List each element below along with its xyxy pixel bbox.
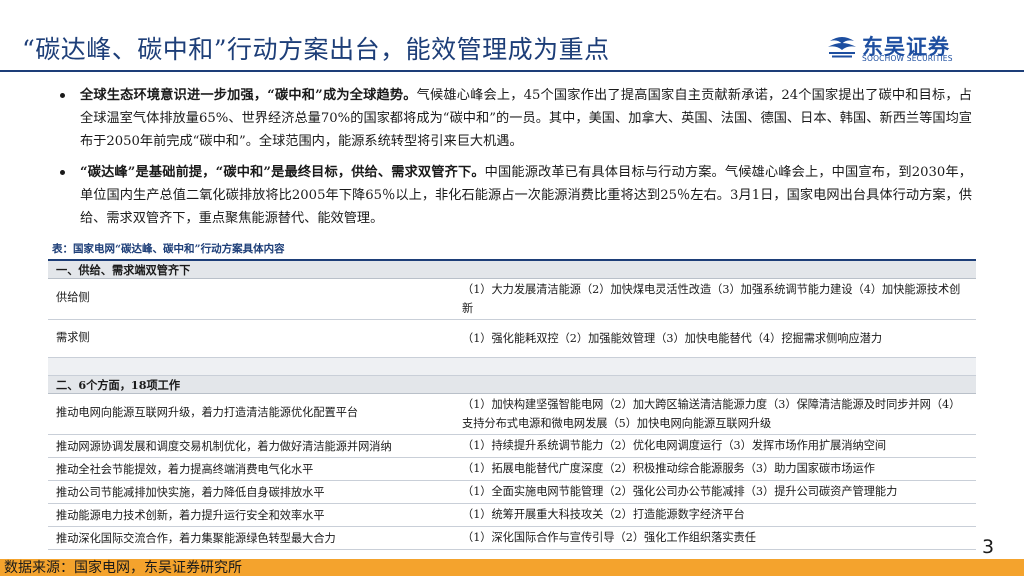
row-content: （1）强化能耗双控（2）加强能效管理（3）加快电能替代（4）挖掘需求侧响应潜力	[462, 332, 883, 345]
table-row: 推动全社会节能提效，着力提高终端消费电气化水平 （1）拓展电能替代广度深度（2）…	[48, 458, 976, 481]
row-label: 推动全社会节能提效，着力提高终端消费电气化水平	[56, 463, 314, 476]
table-section-header: 二、6个方面，18项工作	[48, 376, 976, 394]
soochow-logo-icon	[828, 37, 856, 58]
bullet-item: “碳达峰”是基础前提，“碳中和”是最终目标，供给、需求双管齐下。中国能源改革已有…	[60, 161, 972, 230]
table-caption: 表：国家电网“碳达峰、碳中和”行动方案具体内容	[52, 243, 285, 255]
row-label: 推动能源电力技术创新，着力提升运行安全和效率水平	[56, 509, 325, 522]
bullet-lead: 全球生态环境意识进一步加强，“碳中和”成为全球趋势。	[80, 88, 417, 103]
table-row: 推动能源电力技术创新，着力提升运行安全和效率水平 （1）统筹开展重大科技攻关（2…	[48, 504, 976, 527]
bullet-item: 全球生态环境意识进一步加强，“碳中和”成为全球趋势。气候雄心峰会上，45个国家作…	[60, 84, 972, 153]
row-label: 推动网源协调发展和调度交易机制优化，着力做好清洁能源并网消纳	[56, 440, 392, 453]
row-content: （1）深化国际合作与宣传引导（2）强化工作组织落实责任	[462, 531, 756, 544]
table-spacer-row	[48, 358, 976, 376]
row-content: （1）拓展电能替代广度深度（2）积极推动综合能源服务（3）助力国家碳市场运作	[462, 462, 875, 475]
data-source: 数据来源：国家电网，东吴证券研究所	[4, 560, 242, 576]
row-content: （1）统筹开展重大科技攻关（2）打造能源数字经济平台	[462, 508, 745, 521]
table-row: 供给侧 （1）大力发展清洁能源（2）加快煤电灵活性改造（3）加强系统调节能力建设…	[48, 279, 976, 320]
table-row: 推动公司节能减排加快实施，着力降低自身碳排放水平 （1）全面实施电网节能管理（2…	[48, 481, 976, 504]
section-heading: 二、6个方面，18项工作	[56, 378, 181, 392]
bullet-list: 全球生态环境意识进一步加强，“碳中和”成为全球趋势。气候雄心峰会上，45个国家作…	[60, 84, 972, 238]
section-heading: 一、供给、需求端双管齐下	[56, 263, 191, 277]
row-content: （1）大力发展清洁能源（2）加快煤电灵活性改造（3）加强系统调节能力建设（4）加…	[462, 283, 961, 315]
action-plan-table: 一、供给、需求端双管齐下 供给侧 （1）大力发展清洁能源（2）加快煤电灵活性改造…	[48, 261, 976, 550]
table-row: 推动网源协调发展和调度交易机制优化，着力做好清洁能源并网消纳 （1）持续提升系统…	[48, 435, 976, 458]
bullet-dot-icon	[60, 93, 65, 98]
row-content: （1）全面实施电网节能管理（2）强化公司办公节能减排（3）提升公司碳资产管理能力	[462, 485, 898, 498]
page-title: “碳达峰、碳中和”行动方案出台，能效管理成为重点	[22, 35, 610, 64]
table-row: 需求侧 （1）强化能耗双控（2）加强能效管理（3）加快电能替代（4）挖掘需求侧响…	[48, 320, 976, 358]
row-label: 推动电网向能源互联网升级，着力打造清洁能源优化配置平台	[56, 406, 359, 419]
company-logo: 东吴证券 SOOCHOW SECURITIES	[826, 33, 976, 63]
table-row: 推动电网向能源互联网升级，着力打造清洁能源优化配置平台 （1）加快构建坚强智能电…	[48, 394, 976, 435]
bullet-dot-icon	[60, 170, 65, 175]
row-label: 供给侧	[56, 291, 90, 304]
row-label: 推动公司节能减排加快实施，着力降低自身碳排放水平	[56, 486, 325, 499]
logo-english-name: SOOCHOW SECURITIES	[862, 54, 953, 63]
row-label: 需求侧	[56, 331, 90, 344]
row-content: （1）加快构建坚强智能电网（2）加大跨区输送清洁能源力度（3）保障清洁能源及时同…	[462, 398, 961, 430]
table-section-header: 一、供给、需求端双管齐下	[48, 261, 976, 279]
row-label: 推动深化国际交流合作，着力集聚能源绿色转型最大合力	[56, 532, 336, 545]
row-content: （1）持续提升系统调节能力（2）优化电网调度运行（3）发挥市场作用扩展消纳空间	[462, 439, 887, 452]
table-row: 推动深化国际交流合作，着力集聚能源绿色转型最大合力 （1）深化国际合作与宣传引导…	[48, 527, 976, 550]
bullet-lead: “碳达峰”是基础前提，“碳中和”是最终目标，供给、需求双管齐下。	[80, 165, 485, 180]
header-divider	[0, 70, 1024, 72]
page-number: 3	[982, 536, 995, 558]
